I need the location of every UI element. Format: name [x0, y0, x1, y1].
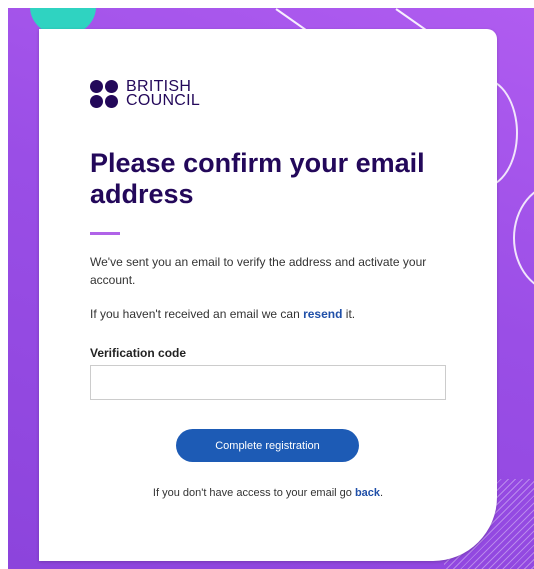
decorative-ring	[513, 183, 534, 293]
page-title: Please confirm your email address	[90, 148, 425, 209]
british-council-logo: BRITISH COUNCIL	[90, 79, 201, 109]
complete-registration-button[interactable]: Complete registration	[176, 429, 359, 462]
verification-code-input[interactable]	[90, 365, 446, 400]
verification-code-label: Verification code	[90, 346, 187, 360]
confirmation-card: BRITISH COUNCIL Please confirm your emai…	[39, 29, 497, 561]
intro-text: We've sent you an email to verify the ad…	[90, 255, 427, 287]
resend-link[interactable]: resend	[303, 307, 342, 321]
title-accent-bar	[90, 232, 120, 235]
footer-text: If you don't have access to your email g…	[39, 487, 497, 499]
logo-dots-icon	[90, 80, 120, 108]
footer-prefix: If you don't have access to your email g…	[152, 487, 355, 499]
footer-suffix: .	[380, 487, 384, 499]
resend-text: If you haven't received an email we can …	[90, 305, 450, 323]
resend-prefix: If you haven't received an email we can	[90, 307, 304, 321]
resend-suffix: it.	[342, 307, 356, 321]
logo-wordmark: BRITISH COUNCIL	[126, 79, 201, 109]
back-link[interactable]: back	[355, 487, 380, 499]
logo-line-2: COUNCIL	[126, 92, 201, 109]
